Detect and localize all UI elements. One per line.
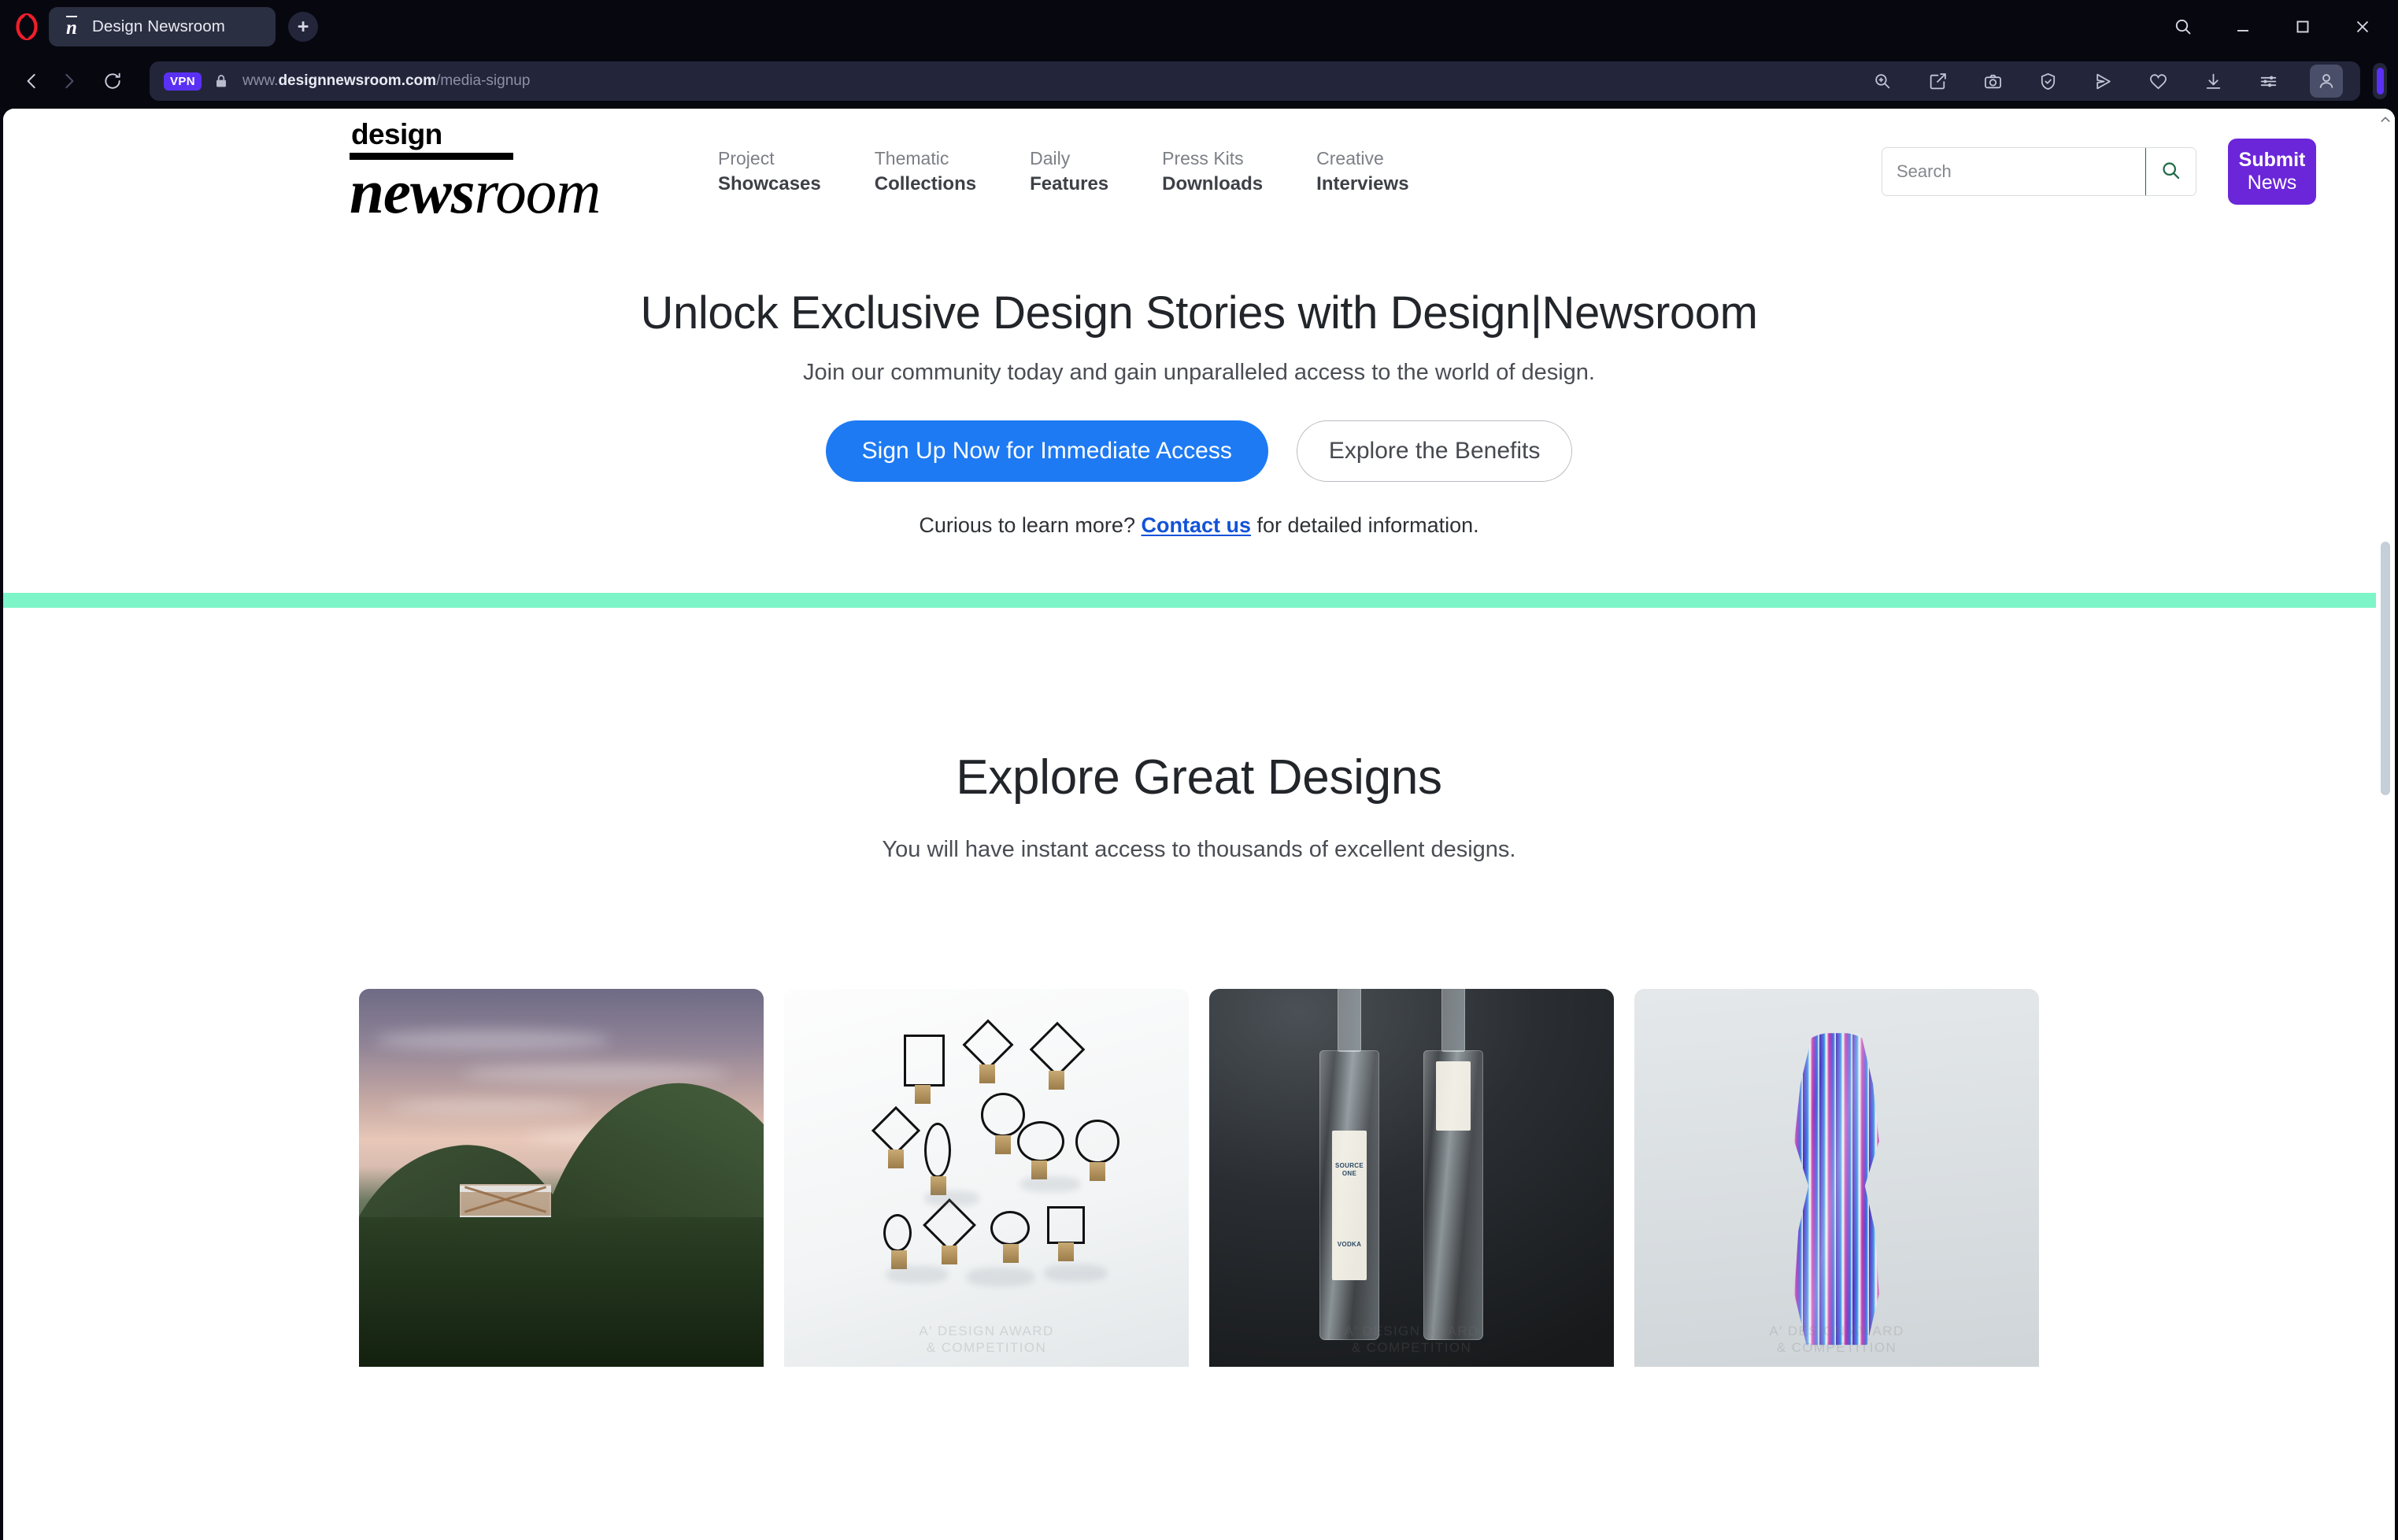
url-path: /media-signup — [436, 72, 531, 89]
tab-strip: n Design Newsroom + — [0, 0, 2398, 54]
logo-design-text: design — [351, 118, 442, 150]
search-input[interactable] — [1882, 148, 2145, 195]
tab-favicon-icon: n — [66, 16, 77, 39]
design-card[interactable]: A' DESIGN AWARD & COMPETITION — [1634, 989, 2039, 1368]
opera-logo-icon[interactable] — [11, 11, 43, 43]
search-icon[interactable] — [2170, 13, 2196, 40]
send-icon[interactable] — [2089, 68, 2116, 94]
browser-tab[interactable]: n Design Newsroom — [49, 7, 276, 46]
explore-subheading: You will have instant access to thousand… — [882, 837, 1516, 863]
nav-item-kicker: Creative — [1316, 147, 1384, 168]
vpn-badge[interactable]: VPN — [164, 72, 202, 91]
page-viewport: design newsroom Project Showcases Themat… — [3, 109, 2395, 1540]
signup-button[interactable]: Sign Up Now for Immediate Access — [825, 420, 1268, 483]
wireframe-geometric-sculptures-image: A' DESIGN AWARD & COMPETITION — [784, 989, 1189, 1368]
search-icon — [2160, 160, 2182, 183]
hero-section: Unlock Exclusive Design Stories with Des… — [3, 235, 2395, 538]
architecture-observation-tower-image — [359, 989, 764, 1368]
url-text: www.designnewsroom.com/media-signup — [242, 72, 1869, 90]
striped-glass-vase-image: A' DESIGN AWARD & COMPETITION — [1634, 989, 2039, 1368]
section-divider — [3, 593, 2395, 609]
nav-item-label: Collections — [874, 173, 977, 195]
header-actions: Submit News — [1882, 139, 2316, 205]
submit-news-line1: Submit — [2238, 148, 2306, 171]
submit-news-button[interactable]: Submit News — [2228, 139, 2316, 205]
hero-subheading: Join our community today and gain unpara… — [803, 360, 1595, 386]
url-bar[interactable]: VPN www.designnewsroom.com/media-signup — [150, 61, 2360, 101]
close-icon[interactable] — [2349, 13, 2376, 40]
explore-heading: Explore Great Designs — [956, 750, 1442, 805]
heart-icon[interactable] — [2145, 68, 2171, 94]
nav-item-kicker: Thematic — [874, 147, 949, 168]
explore-section: Explore Great Designs You will have inst… — [3, 608, 2395, 1368]
hero-cta-group: Sign Up Now for Immediate Access Explore… — [3, 420, 2395, 483]
hero-note-before: Curious to learn more? — [919, 513, 1135, 538]
card-watermark: A' DESIGN AWARD & COMPETITION — [919, 1323, 1054, 1356]
hero-note-after: for detailed information. — [1256, 513, 1479, 538]
snapshot-edit-icon[interactable] — [1924, 68, 1951, 94]
sidebar-toggle[interactable] — [2373, 63, 2387, 99]
download-icon[interactable] — [2200, 68, 2226, 94]
site-logo[interactable]: design newsroom — [350, 120, 680, 224]
nav-item-label: Features — [1030, 173, 1109, 195]
design-card[interactable]: SOURCE ONE VODKA A' DESIGN AWARD & COMPETI… — [1209, 989, 1614, 1368]
design-card-grid: A' DESIGN AWARD & COMPETITION SOURCE ONE V… — [3, 989, 2395, 1368]
browser-window: n Design Newsroom + VPN www.designnewsro… — [0, 0, 2398, 1540]
back-arrow-icon[interactable] — [14, 63, 50, 99]
nav-item-label: Showcases — [718, 173, 821, 195]
url-domain: designnewsroom.com — [278, 72, 437, 89]
scroll-up-icon[interactable] — [2376, 109, 2395, 131]
new-tab-button[interactable]: + — [288, 12, 318, 42]
source-one-vodka-bottles-image: SOURCE ONE VODKA A' DESIGN AWARD & COMPETI… — [1209, 989, 1614, 1368]
maximize-icon[interactable] — [2289, 13, 2316, 40]
nav-item-collections[interactable]: Thematic Collections — [875, 146, 976, 198]
web-page: design newsroom Project Showcases Themat… — [3, 109, 2395, 1540]
nav-item-downloads[interactable]: Press Kits Downloads — [1162, 146, 1263, 198]
camera-icon[interactable] — [1979, 68, 2006, 94]
nav-item-showcases[interactable]: Project Showcases — [718, 146, 821, 198]
zoom-in-icon[interactable] — [1869, 68, 1896, 94]
hero-note: Curious to learn more? Contact us for de… — [3, 513, 2395, 538]
logo-news-text: news — [350, 158, 475, 227]
nav-item-kicker: Press Kits — [1162, 147, 1244, 168]
logo-room-text: room — [474, 158, 601, 227]
site-header: design newsroom Project Showcases Themat… — [3, 109, 2395, 235]
contact-us-link[interactable]: Contact us — [1141, 513, 1251, 537]
reload-icon[interactable] — [94, 63, 131, 99]
nav-item-label: Downloads — [1162, 173, 1264, 195]
design-card[interactable]: A' DESIGN AWARD & COMPETITION — [784, 989, 1189, 1368]
profile-icon[interactable] — [2310, 65, 2343, 98]
nav-item-kicker: Daily — [1030, 147, 1071, 168]
main-navigation: Project Showcases Thematic Collections D… — [718, 146, 1409, 198]
shield-check-icon[interactable] — [2034, 68, 2061, 94]
design-card[interactable] — [359, 989, 764, 1368]
nav-item-interviews[interactable]: Creative Interviews — [1316, 146, 1408, 198]
url-scheme: www. — [242, 72, 279, 89]
nav-item-features[interactable]: Daily Features — [1030, 146, 1108, 198]
scrollbar-thumb[interactable] — [2381, 542, 2390, 795]
search-box — [1882, 147, 2196, 196]
sliders-icon[interactable] — [2255, 68, 2281, 94]
submit-news-line2: News — [2247, 172, 2297, 194]
nav-item-kicker: Project — [718, 147, 775, 168]
forward-arrow-icon — [50, 63, 87, 99]
padlock-icon[interactable] — [213, 72, 230, 90]
window-controls — [2170, 13, 2381, 40]
address-bar: VPN www.designnewsroom.com/media-signup — [0, 54, 2398, 109]
hero-heading: Unlock Exclusive Design Stories with Des… — [640, 287, 1758, 339]
explore-benefits-button[interactable]: Explore the Benefits — [1296, 420, 1573, 483]
search-submit-button[interactable] — [2145, 148, 2196, 195]
card-watermark: A' DESIGN AWARD & COMPETITION — [1344, 1323, 1479, 1356]
tab-title: Design Newsroom — [92, 17, 225, 35]
nav-item-label: Interviews — [1316, 173, 1409, 195]
page-scrollbar[interactable] — [2376, 109, 2395, 1540]
url-toolbar-icons — [1869, 65, 2349, 98]
minimize-icon[interactable] — [2230, 13, 2256, 40]
